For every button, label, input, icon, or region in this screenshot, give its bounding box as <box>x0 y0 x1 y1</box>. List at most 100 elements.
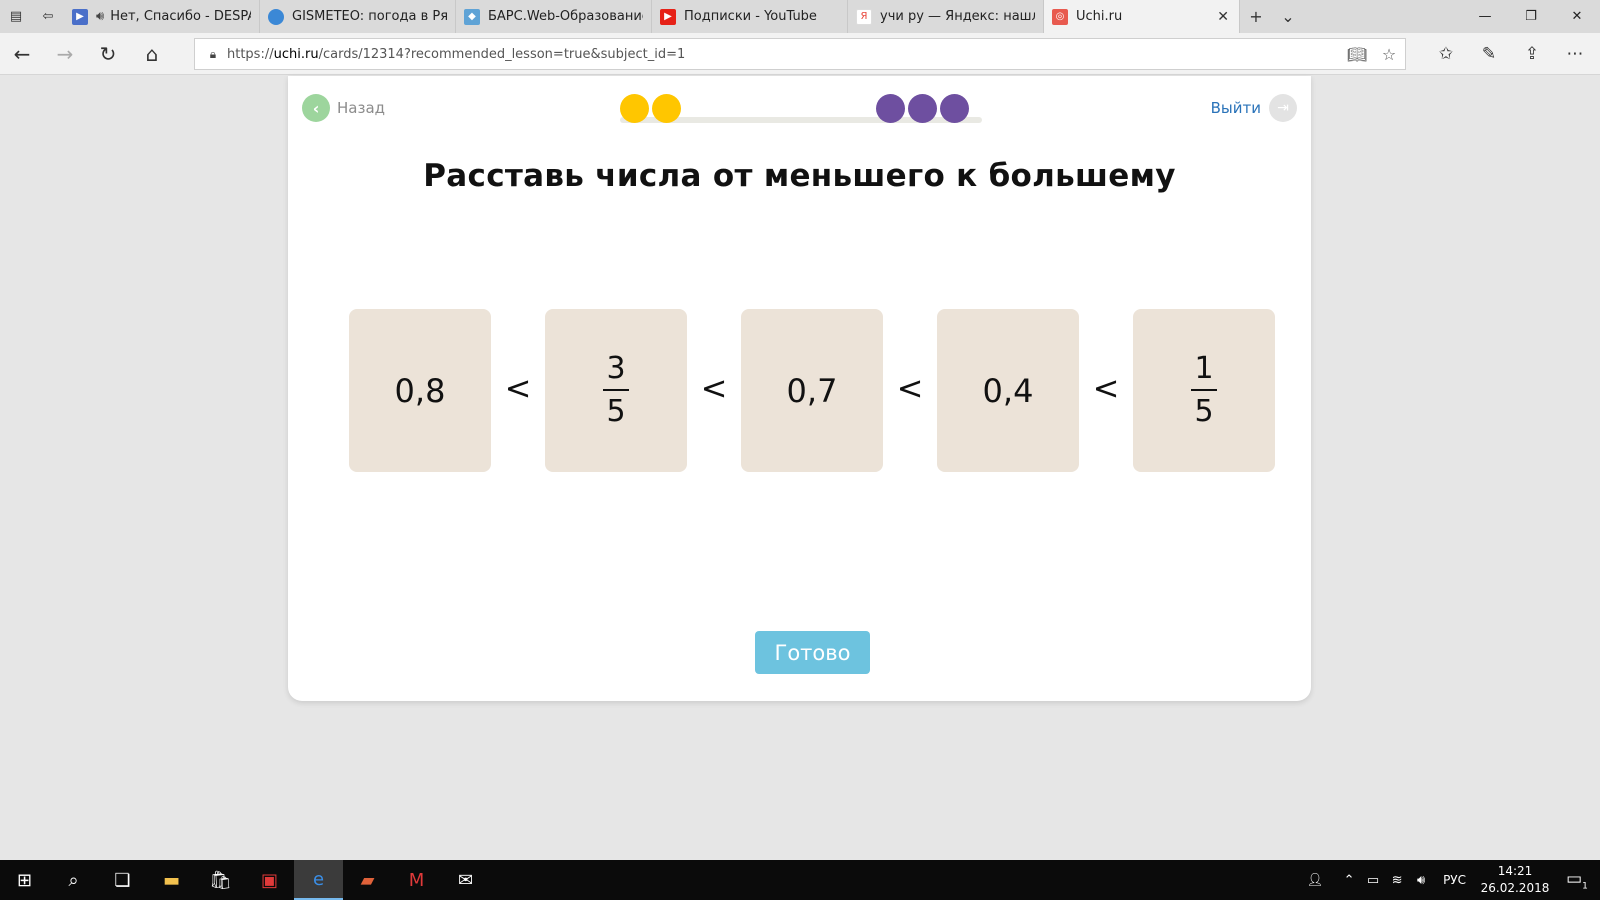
clock-date: 26.02.2018 <box>1480 881 1550 895</box>
reading-view-icon[interactable]: 📖︎ <box>1341 45 1373 64</box>
numerator: 1 <box>1194 351 1214 386</box>
number-tile[interactable]: 0,8 <box>349 309 491 472</box>
restore-icon[interactable]: ❐ <box>1508 0 1554 33</box>
uchi-icon: ◎ <box>1052 8 1068 25</box>
favorites-hub-icon[interactable]: ✩ <box>1426 39 1466 69</box>
chevron-left-icon: ‹ <box>302 94 330 122</box>
home-icon[interactable]: ⌂ <box>134 39 170 69</box>
lesson-progress <box>620 91 982 127</box>
people-icon[interactable]: 👤︎ <box>1303 873 1327 888</box>
search-icon[interactable]: ⌕ <box>49 860 98 900</box>
number-tile[interactable]: 0,4 <box>937 309 1079 472</box>
url-path: /cards/12314?recommended_lesson=true&sub… <box>318 46 686 62</box>
speaker-icon[interactable]: 🔊︎ <box>96 9 104 24</box>
notification-center-icon[interactable]: ▭1 <box>1554 869 1600 891</box>
tab-preview-chevron-icon[interactable]: ⌄ <box>1272 7 1304 26</box>
task-title: Расставь числа от меньшего к большему <box>423 158 1176 194</box>
denominator: 5 <box>1194 394 1214 429</box>
page-viewport: ‹ Назад Выйти ⇥ Расставь числа от меньше… <box>0 76 1600 859</box>
tile-value: 0,8 <box>394 371 446 410</box>
denominator: 5 <box>606 394 626 429</box>
file-explorer-icon[interactable]: ▬ <box>147 860 196 900</box>
tab-manager-icon[interactable]: ▤ <box>0 0 32 33</box>
done-button[interactable]: Готово <box>755 631 870 674</box>
address-bar[interactable]: 🔒︎ https://uchi.ru/cards/12314?recommend… <box>194 38 1406 70</box>
exit-label: Выйти <box>1210 99 1261 117</box>
mail-icon[interactable]: ✉ <box>441 860 490 900</box>
lock-icon: 🔒︎ <box>209 46 217 61</box>
number-tile[interactable]: 1 5 <box>1133 309 1275 472</box>
web-note-icon[interactable]: ✎ <box>1469 39 1509 69</box>
droplet-icon <box>268 8 284 25</box>
yandex-icon: Я <box>856 8 872 25</box>
tab-title: Uchi.ru <box>1076 9 1123 24</box>
number-tile[interactable]: 0,7 <box>741 309 883 472</box>
lesson-card: ‹ Назад Выйти ⇥ Расставь числа от меньше… <box>288 76 1311 701</box>
tab-uchi[interactable]: ◎ Uchi.ru ✕ <box>1044 0 1240 33</box>
fraction: 1 5 <box>1191 354 1217 427</box>
edge-browser-icon[interactable]: e <box>294 860 343 900</box>
store-icon[interactable]: 🛍︎ <box>196 860 245 900</box>
back-arrow-icon[interactable]: ← <box>4 39 40 69</box>
bars-icon: ◆ <box>464 8 480 25</box>
less-than-sign: < <box>700 369 728 407</box>
chevron-up-icon[interactable]: ⌃ <box>1337 873 1361 888</box>
clock[interactable]: 14:21 26.02.2018 <box>1476 863 1554 897</box>
app-icon[interactable]: ▰ <box>343 860 392 900</box>
tab-title: GISMETEO: погода в Рязан <box>292 9 447 24</box>
forward-arrow-icon[interactable]: → <box>47 39 83 69</box>
url-text[interactable]: https://uchi.ru/cards/12314?recommended_… <box>227 47 1341 62</box>
youtube-icon: ▶ <box>660 8 676 25</box>
less-than-sign: < <box>504 369 532 407</box>
url-scheme: https:// <box>227 46 274 62</box>
tab-yandex[interactable]: Я учи ру — Яндекс: нашлось <box>848 0 1044 33</box>
number-tile[interactable]: 3 5 <box>545 309 687 472</box>
back-link[interactable]: ‹ Назад <box>302 94 385 122</box>
tab-bars[interactable]: ◆ БАРС.Web-Образование <box>456 0 652 33</box>
tab-title: Нет, Спасибо - DESPAC <box>110 9 251 24</box>
reader-app-icon[interactable]: ▣ <box>245 860 294 900</box>
minimize-icon[interactable]: — <box>1462 0 1508 33</box>
ordering-row: 0,8 < 3 5 < 0,7 < 0,4 < 1 5 <box>349 309 1275 472</box>
tile-value: 0,7 <box>786 371 838 410</box>
close-window-icon[interactable]: ✕ <box>1554 0 1600 33</box>
browser-navigation-bar: ← → ↻ ⌂ 🔒︎ https://uchi.ru/cards/12314?r… <box>0 33 1600 75</box>
tab-gismeteo[interactable]: GISMETEO: погода в Рязан <box>260 0 456 33</box>
progress-dot-completed <box>620 94 649 123</box>
new-tab-icon[interactable]: + <box>1240 7 1272 26</box>
task-view-icon[interactable]: ❏ <box>98 860 147 900</box>
numerator: 3 <box>606 351 626 386</box>
media-player-icon: ▶ <box>72 8 88 25</box>
fraction: 3 5 <box>603 354 629 427</box>
close-tab-icon[interactable]: ✕ <box>1217 9 1229 25</box>
back-label: Назад <box>337 99 386 117</box>
refresh-icon[interactable]: ↻ <box>90 39 126 69</box>
less-than-sign: < <box>896 369 924 407</box>
mcafee-icon[interactable]: M <box>392 860 441 900</box>
fraction-bar <box>603 389 629 391</box>
wifi-icon[interactable]: ≋ <box>1385 873 1409 888</box>
fraction-bar <box>1191 389 1217 391</box>
tab-youtube[interactable]: ▶ Подписки - YouTube <box>652 0 848 33</box>
url-host: uchi.ru <box>273 46 319 62</box>
input-language[interactable]: РУС <box>1433 873 1476 887</box>
exit-link[interactable]: Выйти ⇥ <box>1211 94 1297 122</box>
battery-icon[interactable]: ▭ <box>1361 873 1385 888</box>
tab-title: БАРС.Web-Образование <box>488 9 643 24</box>
browser-tab-strip: ▤ ⇦ ▶ 🔊︎ Нет, Спасибо - DESPAC GISMETEO:… <box>0 0 1600 33</box>
less-than-sign: < <box>1092 369 1120 407</box>
windows-start-icon[interactable]: ⊞ <box>0 860 49 900</box>
tab-title: Подписки - YouTube <box>684 9 817 24</box>
share-icon[interactable]: ⇪ <box>1512 39 1552 69</box>
tile-value: 0,4 <box>982 371 1034 410</box>
progress-dot-remaining <box>940 94 969 123</box>
favorite-star-icon[interactable]: ☆ <box>1373 45 1405 64</box>
progress-dot-remaining <box>876 94 905 123</box>
more-menu-icon[interactable]: ⋯ <box>1555 39 1595 69</box>
volume-icon[interactable]: 🔊︎ <box>1409 873 1433 888</box>
tab-despacito[interactable]: ▶ 🔊︎ Нет, Спасибо - DESPAC <box>64 0 260 33</box>
set-aside-tabs-icon[interactable]: ⇦ <box>32 0 64 33</box>
notification-count: 1 <box>1582 881 1588 892</box>
clock-time: 14:21 <box>1497 864 1533 878</box>
exit-icon: ⇥ <box>1269 94 1297 122</box>
